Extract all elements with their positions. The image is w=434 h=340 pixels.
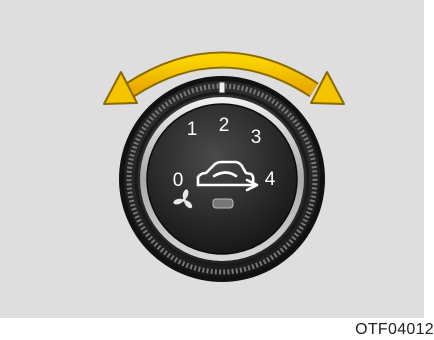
indicator-lamp	[212, 198, 234, 209]
position-label-3: 3	[251, 127, 262, 148]
fan-speed-dial-figure: 0 1 2 3 4	[103, 51, 345, 282]
pointer-mark	[218, 81, 226, 94]
position-label-2: 2	[219, 115, 230, 136]
position-label-4: 4	[265, 169, 276, 190]
figure-code: OTF04012	[355, 321, 434, 338]
position-label-0: 0	[173, 170, 184, 191]
position-label-1: 1	[187, 119, 198, 140]
